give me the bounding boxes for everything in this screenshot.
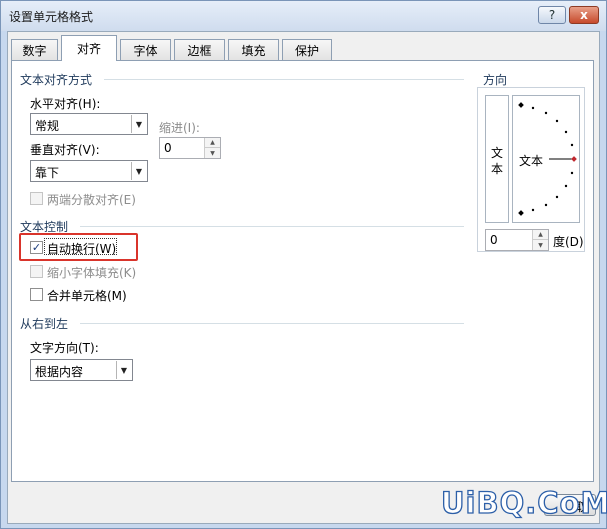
alignment-panel: 文本对齐方式 水平对齐(H): 常规 ▼ 缩进(I): 0 ▲ ▼ 垂直对齐(V… bbox=[11, 60, 594, 482]
vertical-align-select[interactable]: 靠下 ▼ bbox=[30, 160, 148, 182]
spin-up-icon[interactable]: ▲ bbox=[204, 138, 220, 148]
degrees-spin-buttons[interactable]: ▲ ▼ bbox=[532, 230, 548, 250]
help-button[interactable]: ? bbox=[538, 6, 566, 24]
dial-dot bbox=[564, 130, 568, 134]
dial-dot bbox=[544, 111, 548, 115]
wrap-text-label: 自动换行(W) bbox=[47, 242, 117, 256]
chevron-down-icon[interactable]: ▼ bbox=[131, 162, 146, 180]
horizontal-align-select[interactable]: 常规 ▼ bbox=[30, 113, 148, 135]
merge-cells-checkbox[interactable] bbox=[30, 288, 43, 301]
wrap-text-checkbox[interactable]: ✓ bbox=[30, 241, 43, 254]
vertical-text-button[interactable]: 文 本 bbox=[485, 95, 509, 223]
chevron-down-icon[interactable]: ▼ bbox=[131, 115, 146, 133]
tab-fill[interactable]: 填充 bbox=[228, 39, 279, 60]
tab-protection[interactable]: 保护 bbox=[282, 39, 332, 60]
tab-font[interactable]: 字体 bbox=[120, 39, 171, 60]
tab-number[interactable]: 数字 bbox=[11, 39, 58, 60]
vertical-align-label: 垂直对齐(V): bbox=[30, 143, 100, 157]
format-cells-dialog: 设置单元格格式 ? x 数字 对齐 字体 边框 填充 保护 文本对齐方式 水平对… bbox=[0, 0, 607, 529]
spin-down-icon[interactable]: ▼ bbox=[532, 240, 548, 250]
dial-text: 文本 bbox=[519, 154, 544, 168]
text-alignment-group-title: 文本对齐方式 bbox=[20, 73, 93, 87]
tab-alignment[interactable]: 对齐 bbox=[61, 35, 117, 61]
chevron-down-icon[interactable]: ▼ bbox=[116, 361, 131, 379]
dial-handle[interactable] bbox=[571, 156, 577, 162]
dial-dot bbox=[570, 143, 574, 147]
orientation-group-title: 方向 bbox=[483, 73, 508, 87]
orientation-dial[interactable]: 文本 bbox=[512, 95, 580, 223]
dialog-body: 数字 对齐 字体 边框 填充 保护 文本对齐方式 水平对齐(H): 常规 ▼ 缩… bbox=[7, 31, 607, 524]
dial-dot bbox=[555, 119, 559, 123]
spin-up-icon[interactable]: ▲ bbox=[532, 230, 548, 240]
close-icon: x bbox=[580, 8, 588, 22]
dial-dot bbox=[555, 195, 559, 199]
shrink-to-fit-label: 缩小字体填充(K) bbox=[47, 266, 137, 280]
indent-label: 缩进(I): bbox=[159, 121, 200, 135]
dial-dot bbox=[531, 106, 535, 110]
dial-dot bbox=[564, 184, 568, 188]
group-divider bbox=[104, 79, 464, 80]
horizontal-align-label: 水平对齐(H): bbox=[30, 97, 101, 111]
rtl-group-title: 从右到左 bbox=[20, 317, 69, 331]
degrees-label: 度(D) bbox=[553, 235, 584, 249]
dial-tick-marker bbox=[518, 102, 524, 108]
dial-dot bbox=[570, 171, 574, 175]
distributed-checkbox[interactable] bbox=[30, 192, 43, 205]
dial-dot bbox=[531, 208, 535, 212]
dial-tick-marker bbox=[518, 210, 524, 216]
degrees-spinner[interactable]: 0 ▲ ▼ bbox=[485, 229, 549, 251]
dial-dot bbox=[544, 203, 548, 207]
indent-spinner[interactable]: 0 ▲ ▼ bbox=[159, 137, 221, 159]
indent-spin-buttons[interactable]: ▲ ▼ bbox=[204, 138, 220, 158]
tab-border[interactable]: 边框 bbox=[174, 39, 225, 60]
watermark-logo: UiBQ.CoM bbox=[440, 485, 607, 520]
window-title: 设置单元格格式 bbox=[9, 10, 94, 24]
group-divider bbox=[80, 226, 464, 227]
close-button[interactable]: x bbox=[569, 6, 599, 24]
text-direction-label: 文字方向(T): bbox=[30, 341, 99, 355]
spin-down-icon[interactable]: ▼ bbox=[204, 148, 220, 158]
group-divider bbox=[80, 323, 464, 324]
help-icon: ? bbox=[548, 8, 556, 22]
shrink-to-fit-checkbox[interactable] bbox=[30, 265, 43, 278]
merge-cells-label: 合并单元格(M) bbox=[47, 289, 127, 303]
title-bar: 设置单元格格式 ? x bbox=[1, 1, 606, 31]
distributed-label: 两端分散对齐(E) bbox=[47, 193, 136, 207]
text-direction-select[interactable]: 根据内容 ▼ bbox=[30, 359, 133, 381]
